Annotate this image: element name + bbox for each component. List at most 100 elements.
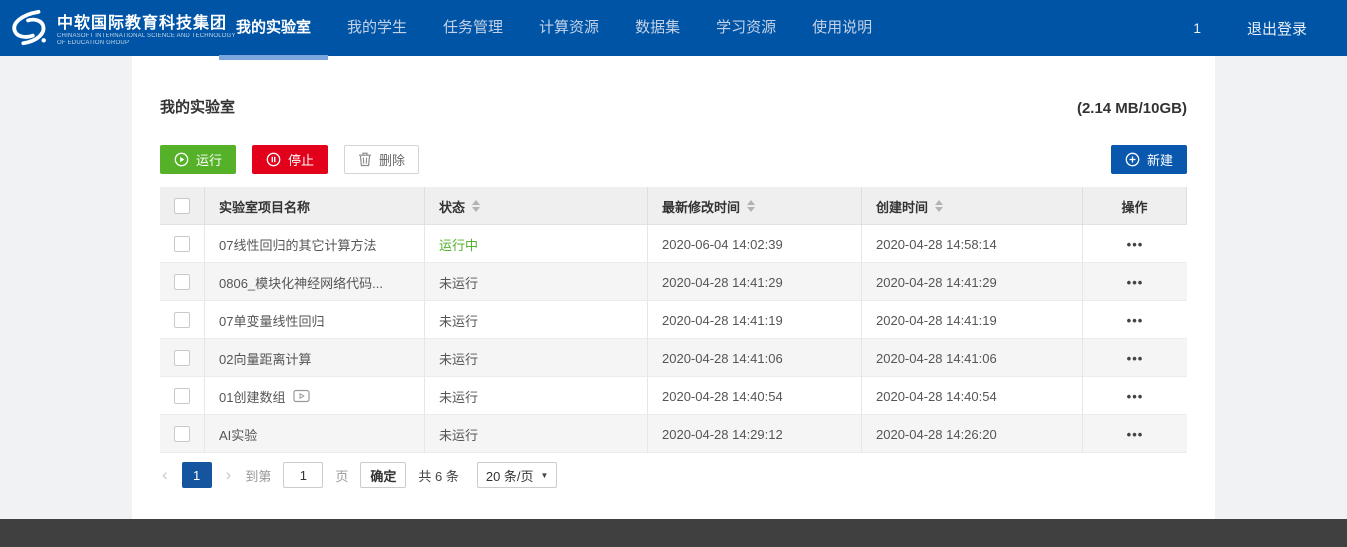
table-row: 07线性回归的其它计算方法 运行中 2020-06-04 14:02:39 20… [160,225,1187,263]
create-button[interactable]: 新建 [1111,145,1187,174]
video-tutorial-icon[interactable] [293,389,310,403]
created-time: 2020-04-28 14:40:54 [876,389,997,404]
row-checkbox[interactable] [174,236,190,252]
table-row: AI实验 未运行 2020-04-28 14:29:12 2020-04-28 … [160,415,1187,453]
nav-item[interactable]: 计算资源 [539,0,599,56]
row-cell-action: ••• [1083,415,1187,453]
modified-time: 2020-04-28 14:29:12 [662,427,783,442]
created-time: 2020-04-28 14:41:06 [876,351,997,366]
current-page-button[interactable]: 1 [182,462,212,488]
column-label-action: 操作 [1121,197,1147,216]
nav-item[interactable]: 我的实验室 [236,0,311,56]
column-label-status: 状态 [439,197,465,216]
page-background: 我的实验室 (2.14 MB/10GB) 运行 停止 [0,56,1347,519]
toolbar: 运行 停止 删除 [160,145,1187,174]
row-cell-status: 未运行 [425,415,648,453]
row-cell-name: 07单变量线性回归 [205,301,425,339]
prev-page-icon[interactable]: ‹ [160,465,170,485]
row-cell-name: 02向量距离计算 [205,339,425,377]
table-row: 07单变量线性回归 未运行 2020-04-28 14:41:19 2020-0… [160,301,1187,339]
modified-time: 2020-04-28 14:40:54 [662,389,783,404]
nav-item[interactable]: 我的学生 [347,0,407,56]
row-cell-status: 未运行 [425,377,648,415]
brand-name-en-2: OF EDUCATION GROUP [57,40,236,47]
nav-item[interactable]: 数据集 [635,0,680,56]
row-cell-status: 未运行 [425,263,648,301]
column-label-name: 实验室项目名称 [219,197,310,216]
next-page-icon[interactable]: › [224,465,234,485]
total-count-label: 共 6 条 [418,466,458,485]
row-cell-modified: 2020-04-28 14:41:06 [648,339,862,377]
page-size-select[interactable]: 20 条/页 ▼ [477,462,558,488]
row-actions-button[interactable]: ••• [1127,237,1144,252]
row-checkbox[interactable] [174,350,190,366]
row-cell-name: 07线性回归的其它计算方法 [205,225,425,263]
page-size-value: 20 条/页 [486,466,534,485]
row-cell-action: ••• [1083,377,1187,415]
modified-time: 2020-04-28 14:41:19 [662,313,783,328]
row-cell-status: 未运行 [425,339,648,377]
row-checkbox[interactable] [174,312,190,328]
nav-item[interactable]: 使用说明 [812,0,872,56]
row-checkbox[interactable] [174,426,190,442]
modified-time: 2020-06-04 14:02:39 [662,237,783,252]
header-cell-created: 创建时间 [862,187,1083,225]
logout-link[interactable]: 退出登录 [1247,18,1307,39]
row-cell-select [160,377,205,415]
row-cell-modified: 2020-04-28 14:41:19 [648,301,862,339]
row-actions-button[interactable]: ••• [1127,313,1144,328]
plus-circle-icon [1125,152,1140,167]
row-cell-modified: 2020-04-28 14:29:12 [648,415,862,453]
row-cell-created: 2020-04-28 14:26:20 [862,415,1083,453]
row-actions-button[interactable]: ••• [1127,275,1144,290]
row-cell-select [160,415,205,453]
nav-right: 1 退出登录 [1193,18,1347,39]
nav-item[interactable]: 学习资源 [716,0,776,56]
column-label-modified: 最新修改时间 [662,197,740,216]
row-cell-created: 2020-04-28 14:41:19 [862,301,1083,339]
run-button[interactable]: 运行 [160,145,236,174]
header-cell-modified: 最新修改时间 [648,187,862,225]
nav-item[interactable]: 任务管理 [443,0,503,56]
stop-button[interactable]: 停止 [252,145,328,174]
confirm-page-button[interactable]: 确定 [360,462,406,488]
row-cell-name: 01创建数组 [205,377,425,415]
sort-modified-icon[interactable] [747,200,755,212]
project-name: 07单变量线性回归 [219,311,324,330]
content-card: 我的实验室 (2.14 MB/10GB) 运行 停止 [132,56,1215,519]
pagination: ‹ 1 › 到第 页 确定 共 6 条 20 条/页 ▼ [160,462,1187,488]
row-checkbox[interactable] [174,388,190,404]
select-all-checkbox[interactable] [174,198,190,214]
row-actions-button[interactable]: ••• [1127,389,1144,404]
table-row: 0806_模块化神经网络代码... 未运行 2020-04-28 14:41:2… [160,263,1187,301]
row-cell-action: ••• [1083,339,1187,377]
row-checkbox[interactable] [174,274,190,290]
brand: 中软国际教育科技集团 CHINASOFT INTERNATIONAL SCIEN… [0,9,236,47]
chevron-down-icon: ▼ [541,471,549,480]
brand-name-cn: 中软国际教育科技集团 [57,9,236,33]
row-actions-button[interactable]: ••• [1127,351,1144,366]
goto-label: 到第 [245,466,271,485]
row-cell-action: ••• [1083,301,1187,339]
create-button-label: 新建 [1147,150,1173,169]
row-actions-button[interactable]: ••• [1127,427,1144,442]
run-button-label: 运行 [196,150,222,169]
row-cell-action: ••• [1083,263,1187,301]
message-count[interactable]: 1 [1193,20,1201,36]
sort-created-icon[interactable] [935,200,943,212]
row-cell-created: 2020-04-28 14:41:29 [862,263,1083,301]
status-label: 未运行 [439,311,478,330]
project-name: 02向量距离计算 [219,349,311,368]
table-body: 07线性回归的其它计算方法 运行中 2020-06-04 14:02:39 20… [160,225,1187,453]
row-cell-select [160,339,205,377]
goto-page-input[interactable] [283,462,323,488]
chinasoft-logo-icon [10,9,48,47]
row-cell-status: 未运行 [425,301,648,339]
page-title: 我的实验室 [160,96,235,117]
row-cell-created: 2020-04-28 14:40:54 [862,377,1083,415]
play-circle-icon [174,152,189,167]
delete-button[interactable]: 删除 [344,145,419,174]
sort-status-icon[interactable] [472,200,480,212]
trash-icon [358,152,372,167]
table-row: 02向量距离计算 未运行 2020-04-28 14:41:06 2020-04… [160,339,1187,377]
